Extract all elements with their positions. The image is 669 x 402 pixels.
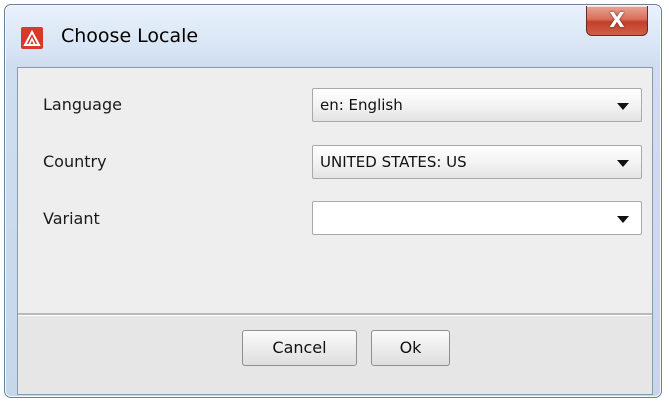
form-panel: Language en: English Country UNITED STAT… — [18, 68, 652, 313]
variant-select[interactable] — [312, 201, 642, 235]
ok-button[interactable]: Ok — [371, 330, 450, 366]
language-select-value: en: English — [320, 96, 403, 114]
title-bar[interactable]: Choose Locale X — [5, 5, 661, 61]
chevron-down-icon — [617, 160, 629, 167]
country-select-value: UNITED STATES: US — [320, 153, 467, 171]
language-label: Language — [43, 95, 122, 114]
country-label: Country — [43, 152, 107, 171]
button-bar: Cancel Ok — [18, 316, 652, 394]
variant-label: Variant — [43, 209, 100, 228]
close-button[interactable]: X — [586, 6, 648, 36]
close-icon: X — [609, 8, 625, 32]
chevron-down-icon — [617, 216, 629, 223]
chevron-down-icon — [617, 103, 629, 110]
window-title: Choose Locale — [61, 25, 199, 47]
cancel-button[interactable]: Cancel — [242, 330, 357, 366]
dialog-client-area: Language en: English Country UNITED STAT… — [17, 67, 653, 395]
app-logo-icon — [21, 27, 43, 49]
language-select[interactable]: en: English — [312, 88, 642, 122]
choose-locale-dialog: Choose Locale X Language en: English Cou… — [4, 4, 662, 398]
country-select[interactable]: UNITED STATES: US — [312, 145, 642, 179]
